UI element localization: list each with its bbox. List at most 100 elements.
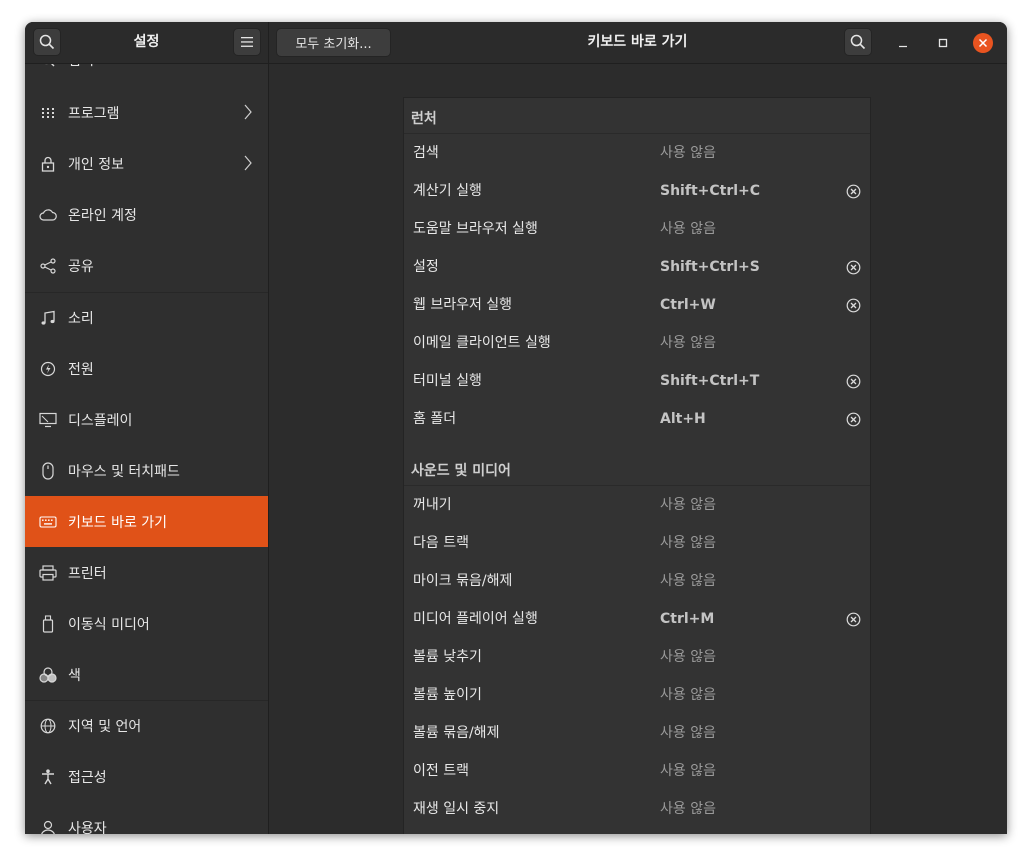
shortcut-name: 볼륨 높이기 <box>413 687 482 703</box>
shortcut-row[interactable]: 볼륨 낮추기 사용 않음 <box>404 638 870 676</box>
shortcut-name: 터미널 실행 <box>413 373 482 389</box>
chevron-right-icon <box>244 104 252 120</box>
shortcut-name: 웹 브라우저 실행 <box>413 297 513 313</box>
shortcut-row[interactable]: 터미널 실행 Shift+Ctrl+T <box>404 362 870 400</box>
sidebar-item-online-accounts[interactable]: 온라인 계정 <box>25 189 268 240</box>
sidebar-item-mouse-touchpad[interactable]: 마우스 및 터치패드 <box>25 445 268 496</box>
shortcuts-list: 런처 검색 사용 않음 계산기 실행 Shift+Ctrl+C 도움말 브라우저… <box>403 97 871 834</box>
shortcut-accelerator: 사용 않음 <box>660 801 716 817</box>
sidebar-item-label: 프로그램 <box>68 105 120 122</box>
sidebar-item-power[interactable]: 전원 <box>25 343 268 394</box>
shortcut-accelerator: Shift+Ctrl+C <box>660 183 761 199</box>
search-icon <box>850 34 866 50</box>
maximize-button[interactable] <box>933 33 953 53</box>
sidebar-item-sharing[interactable]: 공유 <box>25 240 268 291</box>
apps-grid-icon <box>39 104 57 122</box>
sidebar-item-printers[interactable]: 프린터 <box>25 547 268 598</box>
shortcut-row[interactable]: 설정 Shift+Ctrl+S <box>404 248 870 286</box>
shortcut-accelerator: 사용 않음 <box>660 573 716 589</box>
sidebar-header: 설정 <box>25 22 269 63</box>
shortcut-row[interactable]: 이전 트랙 사용 않음 <box>404 752 870 790</box>
sidebar-item-applications[interactable]: 프로그램 <box>25 87 268 138</box>
shortcut-name: 볼륨 낮추기 <box>413 649 482 665</box>
clear-shortcut-icon[interactable] <box>846 412 861 427</box>
settings-window: 설정 모두 초기화... 키보드 바로 가기 프로그램 개인 정보 온라인 계정… <box>25 22 1007 834</box>
display-icon <box>39 411 57 429</box>
removable-media-icon <box>39 614 57 633</box>
shortcut-row[interactable]: 꺼내기 사용 않음 <box>404 486 870 524</box>
shortcut-row[interactable]: 볼륨 높이기 사용 않음 <box>404 676 870 714</box>
accessibility-icon <box>39 768 57 786</box>
printer-icon <box>39 564 57 582</box>
minimize-button[interactable] <box>893 33 913 53</box>
keyboard-icon <box>39 513 57 531</box>
shortcut-accelerator: 사용 않음 <box>660 725 716 741</box>
sidebar-item-keyboard-shortcuts[interactable]: 키보드 바로 가기 <box>25 496 268 547</box>
menu-button[interactable] <box>233 28 261 56</box>
shortcut-row[interactable]: 웹 브라우저 실행 Ctrl+W <box>404 286 870 324</box>
sidebar-item-label: 이동식 미디어 <box>68 616 150 633</box>
shortcut-name: 마이크 묶음/해제 <box>413 573 513 589</box>
sidebar-item-sound[interactable]: 소리 <box>25 292 268 343</box>
shortcut-accelerator: 사용 않음 <box>660 763 716 779</box>
clear-shortcut-icon[interactable] <box>846 260 861 275</box>
maximize-icon <box>938 38 948 48</box>
shortcut-name: 도움말 브라우저 실행 <box>413 221 538 237</box>
shortcut-accelerator: 사용 않음 <box>660 687 716 703</box>
color-icon <box>39 666 57 684</box>
sidebar-item-region-language[interactable]: 지역 및 언어 <box>25 700 268 751</box>
shortcut-name: 설정 <box>413 259 439 275</box>
shortcut-row[interactable]: 다음 트랙 사용 않음 <box>404 524 870 562</box>
lock-icon <box>39 155 57 173</box>
section-header-launchers: 런처 <box>411 111 437 127</box>
sidebar-item-privacy[interactable]: 개인 정보 <box>25 138 268 189</box>
clear-shortcut-icon[interactable] <box>846 374 861 389</box>
sidebar-item-label: 검색 <box>68 64 94 70</box>
main-content: 런처 검색 사용 않음 계산기 실행 Shift+Ctrl+C 도움말 브라우저… <box>269 64 1007 834</box>
cloud-icon <box>39 206 57 224</box>
sidebar-item-label: 온라인 계정 <box>68 207 137 224</box>
clear-shortcut-icon[interactable] <box>846 184 861 199</box>
shortcut-row[interactable]: 재생 일시 중지 사용 않음 <box>404 790 870 828</box>
clear-shortcut-icon[interactable] <box>846 612 861 627</box>
sidebar-item-label: 사용자 <box>68 820 107 835</box>
settings-sidebar: 검색 프로그램 개인 정보 <box>25 64 269 834</box>
globe-icon <box>39 717 57 735</box>
shortcut-name: 이전 트랙 <box>413 763 469 779</box>
sidebar-item-removable-media[interactable]: 이동식 미디어 <box>25 598 268 649</box>
sidebar-item-label: 색 <box>68 667 81 684</box>
sidebar-item-label: 마우스 및 터치패드 <box>68 463 180 480</box>
close-button[interactable] <box>973 33 993 53</box>
sidebar-item-color[interactable]: 색 <box>25 649 268 700</box>
sidebar-item-displays[interactable]: 디스플레이 <box>25 394 268 445</box>
minimize-icon <box>899 45 907 48</box>
shortcut-row[interactable]: 도움말 브라우저 실행 사용 않음 <box>404 210 870 248</box>
sidebar-item-label: 지역 및 언어 <box>68 718 142 735</box>
sidebar-item-label: 접근성 <box>68 769 107 786</box>
shortcut-row[interactable]: 미디어 플레이어 실행 Ctrl+M <box>404 600 870 638</box>
sidebar-item-label: 프린터 <box>68 565 107 582</box>
shortcut-name: 재생 일시 중지 <box>413 801 500 817</box>
shortcut-row[interactable]: 홈 폴더 Alt+H <box>404 400 870 438</box>
shortcut-name: 볼륨 묶음/해제 <box>413 725 500 741</box>
shortcut-name: 홈 폴더 <box>413 411 457 427</box>
shortcut-row[interactable]: 계산기 실행 Shift+Ctrl+C <box>404 172 870 210</box>
hamburger-menu-icon <box>241 37 253 47</box>
sidebar-item-accessibility[interactable]: 접근성 <box>25 751 268 802</box>
shortcut-name: 이메일 클라이언트 실행 <box>413 335 551 351</box>
shortcut-search-button[interactable] <box>844 28 872 56</box>
power-icon <box>39 360 57 378</box>
shortcut-row[interactable]: 마이크 묶음/해제 사용 않음 <box>404 562 870 600</box>
shortcut-accelerator: 사용 않음 <box>660 221 716 237</box>
share-icon <box>39 257 57 275</box>
shortcut-row[interactable]: 검색 사용 않음 <box>404 134 870 172</box>
shortcut-row[interactable]: 이메일 클라이언트 실행 사용 않음 <box>404 324 870 362</box>
shortcut-accelerator: 사용 않음 <box>660 335 716 351</box>
sidebar-item-search[interactable]: 검색 <box>25 64 268 85</box>
shortcut-row[interactable]: 볼륨 묶음/해제 사용 않음 <box>404 714 870 752</box>
reset-all-button[interactable]: 모두 초기화... <box>276 28 391 57</box>
shortcut-accelerator: 사용 않음 <box>660 497 716 513</box>
sidebar-item-users[interactable]: 사용자 <box>25 802 268 834</box>
clear-shortcut-icon[interactable] <box>846 298 861 313</box>
title-bar: 설정 모두 초기화... 키보드 바로 가기 <box>25 22 1007 64</box>
